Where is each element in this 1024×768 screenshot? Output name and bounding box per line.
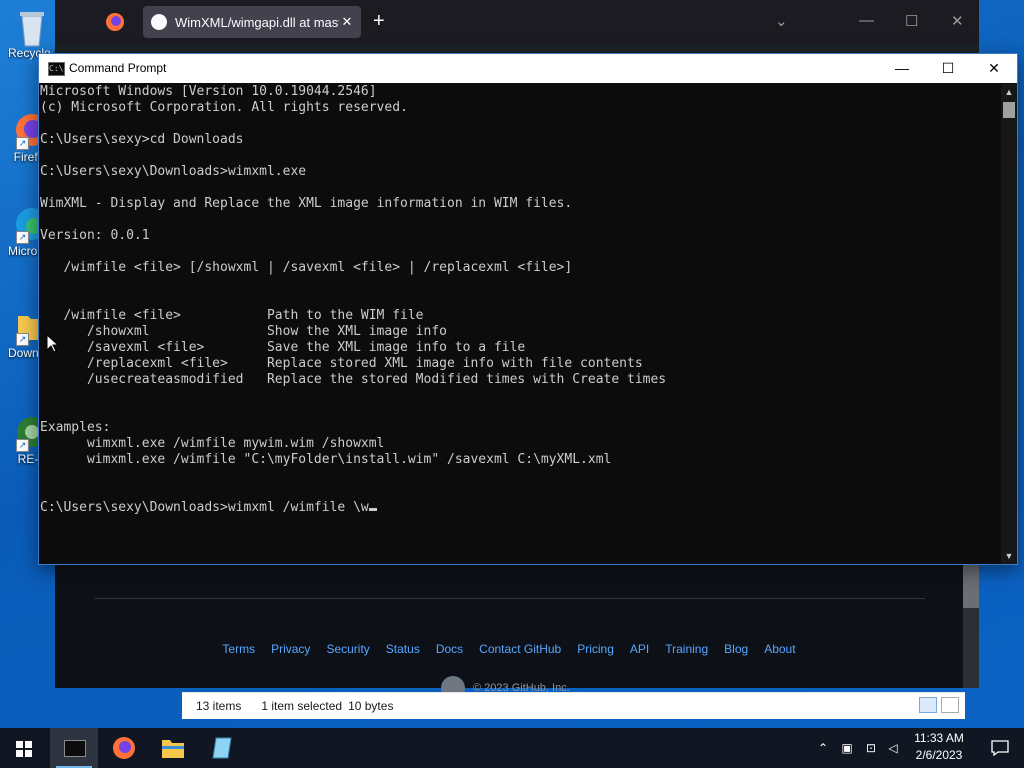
browser-tab-title: WimXML/wimgapi.dll at master	[175, 14, 339, 30]
scroll-down-icon[interactable]: ▼	[1001, 548, 1017, 564]
console-prompt: C:\Users\sexy\Downloads>	[40, 500, 228, 515]
window-titlebar[interactable]: C:\ Command Prompt — ☐ ✕	[39, 54, 1017, 83]
console-area[interactable]: Microsoft Windows [Version 10.0.19044.25…	[39, 84, 1001, 564]
close-tab-icon[interactable]: ✕	[339, 14, 355, 30]
mouse-pointer-icon	[46, 334, 58, 353]
command-prompt-window[interactable]: C:\ Command Prompt — ☐ ✕ Microsoft Windo…	[38, 53, 1018, 565]
notification-icon	[991, 740, 1009, 756]
list-tabs-button[interactable]: ⌄	[775, 12, 788, 30]
footer-link[interactable]: Status	[386, 642, 420, 656]
start-button[interactable]	[0, 728, 48, 768]
camera-icon[interactable]: ▣	[838, 728, 856, 768]
notifications-button[interactable]	[978, 728, 1024, 768]
footer-link[interactable]: Training	[665, 642, 708, 656]
browser-minimize-button[interactable]: —	[859, 12, 874, 29]
minimize-button[interactable]: —	[879, 54, 925, 83]
volume-muted-icon[interactable]: ◁	[884, 728, 902, 768]
cmd-app-icon: C:\	[48, 62, 65, 76]
scroll-thumb[interactable]	[963, 564, 979, 608]
close-button[interactable]: ✕	[971, 54, 1017, 83]
browser-tab[interactable]: WimXML/wimgapi.dll at master ✕	[143, 6, 361, 38]
footer-links: Terms Privacy Security Status Docs Contact Gi…	[55, 642, 963, 656]
footer-divider	[95, 598, 925, 599]
github-icon	[151, 14, 167, 30]
network-icon[interactable]: ⊡	[862, 728, 880, 768]
console-input[interactable]: wimxml /wimfile \w	[228, 500, 369, 515]
scroll-thumb[interactable]	[1003, 102, 1015, 118]
recycle-bin-icon	[14, 8, 50, 47]
footer-link[interactable]: Blog	[724, 642, 748, 656]
new-tab-button[interactable]: +	[373, 10, 385, 32]
browser-maximize-button[interactable]: ☐	[905, 12, 918, 30]
taskbar-firefox[interactable]	[100, 728, 148, 768]
maximize-button[interactable]: ☐	[925, 54, 971, 83]
footer-link[interactable]: Pricing	[577, 642, 614, 656]
console-output: Microsoft Windows [Version 10.0.19044.25…	[39, 84, 1001, 516]
clock-time: 11:33 AM	[914, 731, 964, 745]
footer-link[interactable]: Contact GitHub	[479, 642, 561, 656]
system-clock[interactable]: 11:33 AM 2/6/2023	[904, 730, 974, 764]
shortcut-arrow-icon: ↗	[16, 333, 29, 346]
details-view-icon[interactable]	[919, 697, 937, 713]
footer-link[interactable]: Security	[326, 642, 369, 656]
selection-size: 10 bytes	[348, 699, 394, 713]
firefox-view-icon[interactable]	[103, 10, 127, 34]
footer-link[interactable]: About	[764, 642, 795, 656]
browser-scrollbar[interactable]	[963, 562, 979, 688]
item-count: 13 items	[196, 699, 242, 713]
explorer-status-bar: 13 items 1 item selected 10 bytes	[182, 692, 965, 719]
windows-logo-icon	[16, 741, 32, 757]
browser-close-button[interactable]: ✕	[951, 12, 964, 30]
taskbar-notepad[interactable]	[198, 728, 246, 768]
footer-link[interactable]: Terms	[222, 642, 255, 656]
shortcut-arrow-icon: ↗	[16, 137, 29, 150]
console-history: Microsoft Windows [Version 10.0.19044.25…	[40, 84, 667, 467]
shortcut-arrow-icon: ↗	[16, 439, 29, 452]
selection-count: 1 item selected	[261, 699, 343, 713]
text-cursor	[368, 508, 377, 511]
taskbar-file-explorer[interactable]	[149, 728, 197, 768]
show-hidden-icons-icon[interactable]: ⌃	[814, 728, 832, 768]
github-footer: Terms Privacy Security Status Docs Contact Gi…	[55, 562, 963, 700]
large-icons-view-icon[interactable]	[941, 697, 959, 713]
notepad-icon	[212, 737, 232, 759]
browser-tab-bar: WimXML/wimgapi.dll at master ✕ + ⌄ — ☐ ✕	[55, 0, 979, 44]
taskbar-command-prompt[interactable]	[50, 728, 98, 768]
clock-date: 2/6/2023	[915, 748, 963, 762]
console-scrollbar[interactable]: ▲ ▼	[1001, 84, 1017, 564]
footer-link[interactable]: API	[630, 642, 649, 656]
folder-icon	[162, 740, 184, 758]
cmd-icon	[64, 740, 86, 757]
taskbar: ⌃ ▣ ⊡ ◁ 11:33 AM 2/6/2023	[0, 728, 1024, 768]
footer-link[interactable]: Privacy	[271, 642, 310, 656]
footer-link[interactable]: Docs	[436, 642, 463, 656]
shortcut-arrow-icon: ↗	[16, 231, 29, 244]
window-title: Command Prompt	[69, 61, 167, 75]
firefox-icon	[113, 737, 135, 759]
scroll-up-icon[interactable]: ▲	[1001, 84, 1017, 100]
